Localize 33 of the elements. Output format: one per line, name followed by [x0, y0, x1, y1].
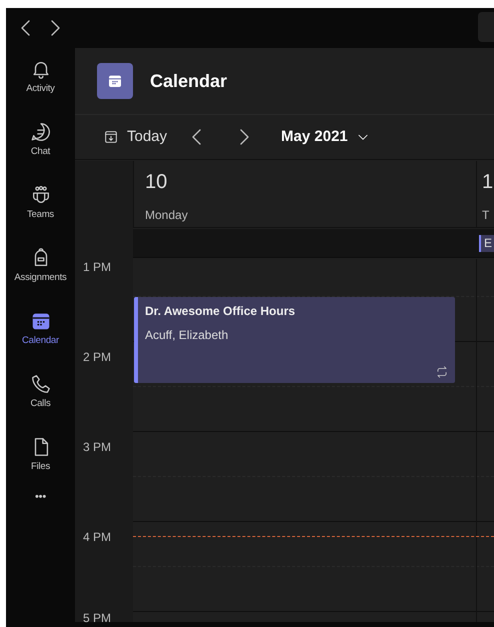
- all-day-event[interactable]: E: [479, 235, 494, 252]
- rail-item[interactable]: Files: [6, 426, 75, 489]
- day-header[interactable]: 10 Monday: [133, 161, 476, 228]
- chevron-right-icon: [240, 129, 249, 145]
- time-label: 4 PM: [83, 529, 112, 546]
- time-label: 2 PM: [83, 349, 112, 366]
- month-picker[interactable]: May 2021: [281, 126, 370, 148]
- more-button[interactable]: •••: [6, 489, 75, 519]
- rail-item[interactable]: Chat: [6, 111, 75, 174]
- calendar-app-icon: [97, 63, 133, 99]
- event-organizer: Acuff, Elizabeth: [145, 327, 228, 344]
- chevron-left-icon: [192, 129, 201, 145]
- rail-item[interactable]: Calls: [6, 363, 75, 426]
- day-number: 10: [145, 170, 168, 195]
- time-label: 3 PM: [83, 439, 112, 456]
- event-title: Dr. Awesome Office Hours: [145, 303, 296, 320]
- weekday-label: Monday: [145, 207, 188, 224]
- time-label: 1 PM: [83, 259, 112, 276]
- page-title: Calendar: [150, 70, 228, 92]
- calendar-today-icon: [103, 129, 119, 145]
- rail-item[interactable]: Assignments: [6, 237, 75, 300]
- chevron-left-icon: [20, 20, 30, 36]
- phone-icon: [30, 373, 52, 395]
- rail-item[interactable]: Activity: [6, 48, 75, 111]
- rail-item[interactable]: Teams: [6, 174, 75, 237]
- chevron-right-icon: [50, 20, 60, 36]
- day-number: 1: [482, 170, 494, 195]
- calendar-event[interactable]: Dr. Awesome Office Hours Acuff, Elizabeth: [134, 297, 455, 383]
- day-header[interactable]: 1 T: [476, 161, 494, 228]
- weekday-label: T: [482, 207, 490, 224]
- today-button[interactable]: Today: [103, 126, 168, 148]
- rail-item[interactable]: Calendar: [6, 300, 75, 363]
- time-label: 5 PM: [83, 610, 112, 627]
